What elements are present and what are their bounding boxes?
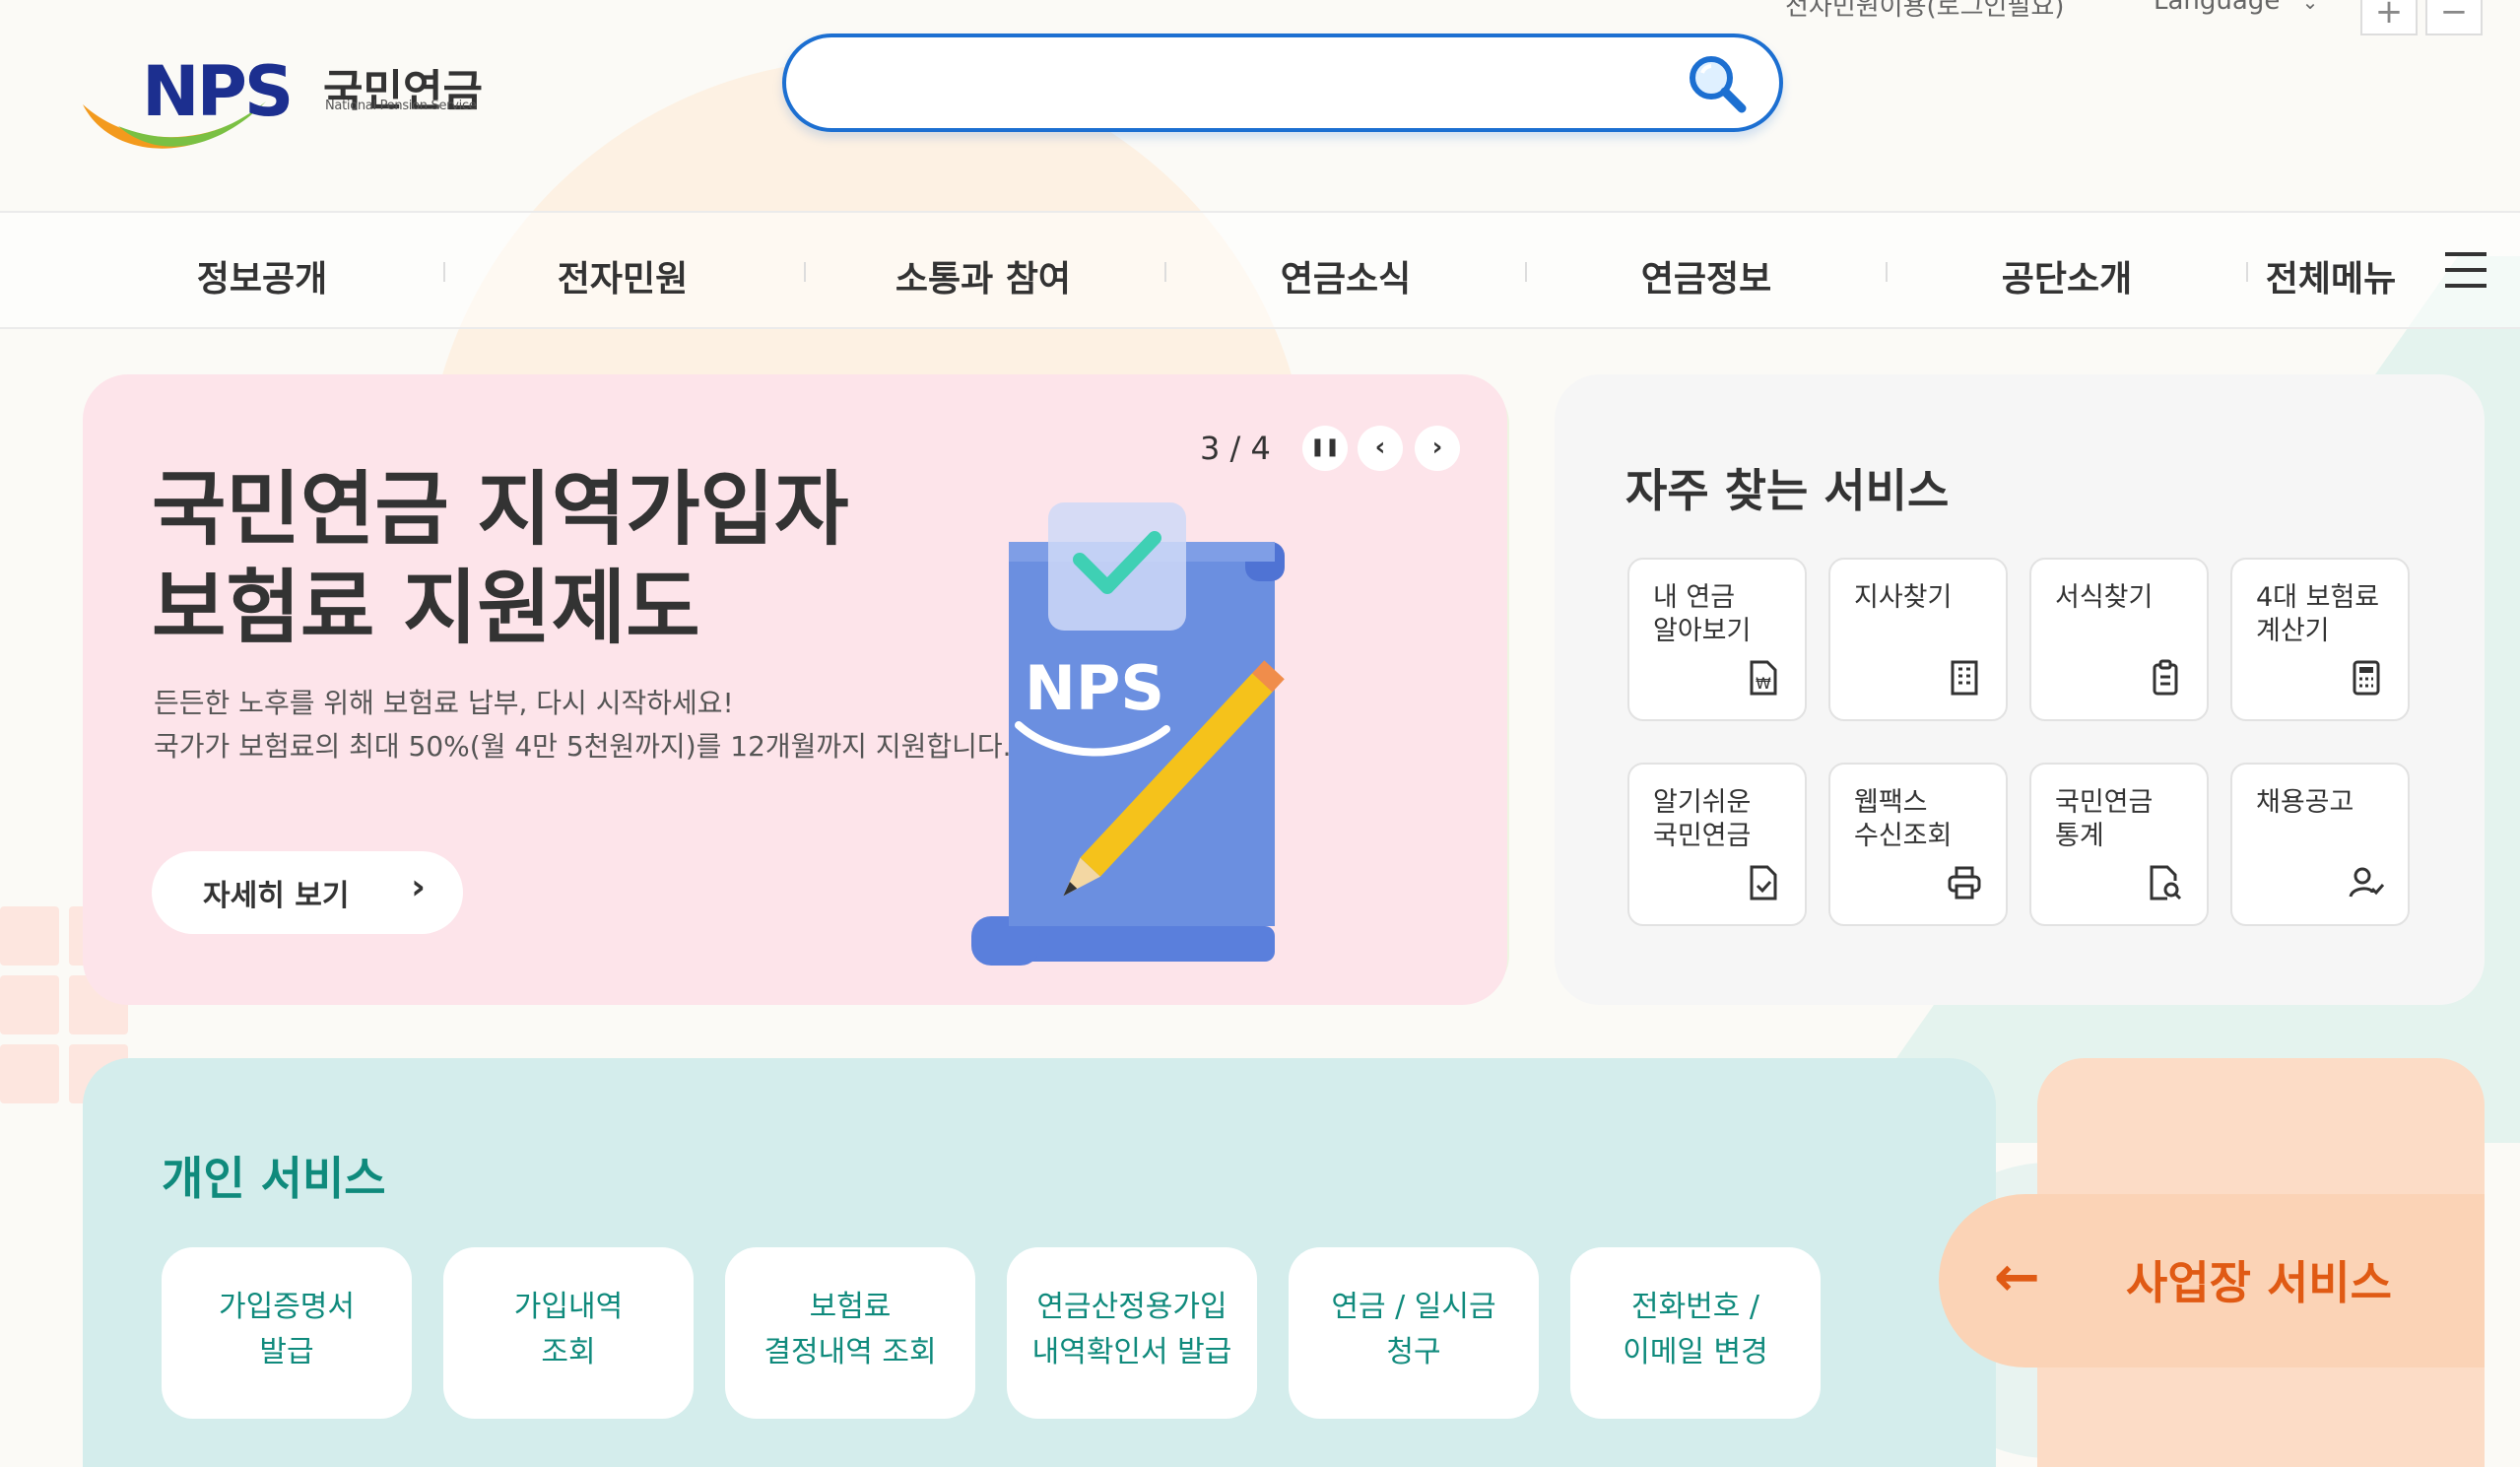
frequent-services-panel: 자주 찾는 서비스 내 연금 알아보기 ₩ 지사찾기 서식찾기 4대 보험료 계… bbox=[1555, 374, 2485, 1005]
nav-item-pension-news[interactable]: 연금소식 bbox=[1218, 250, 1474, 301]
tile-label: 웹팩스 수신조회 bbox=[1854, 787, 1953, 851]
nav-divider bbox=[1164, 262, 1166, 282]
language-label: Language bbox=[2154, 0, 2281, 16]
chevron-down-icon: ⌄ bbox=[2301, 0, 2319, 14]
nav-item-communication[interactable]: 소통과 참여 bbox=[855, 250, 1111, 301]
service-calculation-confirmation[interactable]: 연금산정용가입 내역확인서 발급 bbox=[1007, 1247, 1257, 1419]
language-select[interactable]: Language ⌄ bbox=[2154, 0, 2318, 16]
service-label-line1: 연금산정용가입 bbox=[1036, 1290, 1227, 1324]
frequent-services-title: 자주 찾는 서비스 bbox=[1625, 464, 1950, 517]
service-label-line2: 결정내역 조회 bbox=[763, 1335, 937, 1369]
banner-title-line2: 보험료 지원제도 bbox=[152, 562, 700, 655]
personal-services-title: 개인 서비스 bbox=[162, 1152, 386, 1205]
search-input[interactable] bbox=[826, 55, 1673, 110]
search-button[interactable] bbox=[1685, 51, 1750, 116]
nav-item-about[interactable]: 공단소개 bbox=[1939, 250, 2195, 301]
tile-label: 4대 보험료 계산기 bbox=[2256, 582, 2380, 646]
banner-title-line1: 국민연금 지역가입자 bbox=[152, 463, 849, 557]
tile-webfax[interactable]: 웹팩스 수신조회 bbox=[1828, 763, 2008, 926]
nav-item-all-menu[interactable]: 전체메뉴 bbox=[2232, 250, 2429, 301]
service-membership-history[interactable]: 가입내역 조회 bbox=[443, 1247, 694, 1419]
won-document-icon: ₩ bbox=[1750, 660, 1777, 696]
service-label-line2: 청구 bbox=[1386, 1335, 1441, 1369]
pause-button[interactable]: ❚❚ bbox=[1302, 426, 1348, 471]
tile-label: 알기쉬운 국민연금 bbox=[1653, 787, 1752, 851]
arrow-left-icon: ← bbox=[1994, 1245, 2040, 1309]
banner-description: 든든한 노후를 위해 보험료 납부, 다시 시작하세요! 국가가 보험료의 최대… bbox=[154, 682, 1012, 768]
clipboard-icon bbox=[2153, 659, 2178, 696]
calculator-icon bbox=[2353, 660, 2380, 696]
document-search-icon bbox=[2150, 865, 2182, 900]
main-banner: 국민연금 지역가입자 보험료 지원제도 든든한 노후를 위해 보험료 납부, 다… bbox=[83, 374, 1507, 1005]
service-contact-change[interactable]: 전화번호 / 이메일 변경 bbox=[1570, 1247, 1821, 1419]
service-label-line2: 내역확인서 발급 bbox=[1031, 1335, 1232, 1369]
service-label-line1: 보험료 bbox=[809, 1290, 892, 1324]
service-label-line1: 연금 / 일시금 bbox=[1331, 1290, 1496, 1324]
service-label-line2: 발급 bbox=[259, 1335, 314, 1369]
banner-desc-line2: 국가가 보험료의 최대 50%(월 4만 5천원까지)를 12개월까지 지원합니… bbox=[154, 730, 1012, 763]
service-label-line2: 조회 bbox=[541, 1335, 596, 1369]
tile-recruitment[interactable]: 채용공고 bbox=[2230, 763, 2410, 926]
business-services-label: 사업장 서비스 bbox=[2126, 1256, 2392, 1309]
font-increase-button[interactable]: + bbox=[2360, 0, 2418, 35]
personal-services-panel: 개인 서비스 가입증명서 발급 가입내역 조회 보험료 결정내역 조회 연금산정… bbox=[83, 1058, 1996, 1467]
main-navigation: 정보공개 전자민원 소통과 참여 연금소식 연금정보 공단소개 전체메뉴 bbox=[0, 211, 2520, 329]
logo-name-en: National Pension Service bbox=[325, 99, 477, 113]
font-decrease-button[interactable]: − bbox=[2425, 0, 2483, 35]
tile-label: 지사찾기 bbox=[1854, 582, 1953, 613]
service-label-line1: 가입증명서 bbox=[219, 1290, 355, 1324]
service-premium-decision[interactable]: 보험료 결정내역 조회 bbox=[725, 1247, 975, 1419]
hamburger-menu-icon[interactable] bbox=[2445, 252, 2487, 288]
building-icon bbox=[1951, 660, 1978, 696]
prev-slide-button[interactable]: ‹ bbox=[1358, 426, 1403, 471]
banner-more-button[interactable]: 자세히 보기 › bbox=[152, 851, 463, 934]
nav-item-pension-info[interactable]: 연금정보 bbox=[1578, 250, 1834, 301]
tile-easy-pension[interactable]: 알기쉬운 국민연금 bbox=[1627, 763, 1807, 926]
business-services-button[interactable]: ← 사업장 서비스 bbox=[1939, 1194, 2485, 1367]
nav-divider bbox=[1886, 262, 1888, 282]
banner-more-label: 자세히 보기 bbox=[203, 879, 350, 913]
service-label-line2: 이메일 변경 bbox=[1623, 1335, 1768, 1369]
site-logo[interactable]: NPS 국민연금 National Pension Service bbox=[79, 47, 502, 166]
service-pension-claim[interactable]: 연금 / 일시금 청구 bbox=[1289, 1247, 1539, 1419]
site-header: NPS 국민연금 National Pension Service 전자민원이용… bbox=[0, 0, 2520, 211]
nav-divider bbox=[804, 262, 806, 282]
nav-divider bbox=[1525, 262, 1527, 282]
nav-item-e-civil[interactable]: 전자민원 bbox=[495, 250, 751, 301]
banner-title: 국민연금 지역가입자 보험료 지원제도 bbox=[152, 461, 849, 658]
logo-mark: NPS bbox=[142, 51, 294, 132]
banner-desc-line1: 든든한 노후를 위해 보험료 납부, 다시 시작하세요! bbox=[154, 687, 734, 719]
tile-find-forms[interactable]: 서식찾기 bbox=[2029, 558, 2209, 721]
person-check-icon bbox=[2349, 867, 2385, 898]
svg-text:₩: ₩ bbox=[1756, 674, 1771, 693]
tile-find-branch[interactable]: 지사찾기 bbox=[1828, 558, 2008, 721]
next-slide-button[interactable]: › bbox=[1415, 426, 1460, 471]
tile-my-pension[interactable]: 내 연금 알아보기 ₩ bbox=[1627, 558, 1807, 721]
tile-label: 내 연금 알아보기 bbox=[1653, 582, 1752, 646]
illustration-nps-text: NPS bbox=[1025, 652, 1164, 724]
search-icon bbox=[1690, 56, 1747, 113]
document-check-icon bbox=[1750, 865, 1777, 900]
service-label-line1: 전화번호 / bbox=[1630, 1290, 1760, 1324]
chevron-right-icon: › bbox=[411, 867, 426, 907]
slide-counter: 3 / 4 bbox=[1200, 430, 1271, 467]
search-bar bbox=[782, 33, 1783, 132]
nav-divider bbox=[443, 262, 445, 282]
nav-item-info-disclosure[interactable]: 정보공개 bbox=[134, 250, 390, 301]
service-label-line1: 가입내역 bbox=[513, 1290, 624, 1324]
printer-icon bbox=[1948, 866, 1981, 900]
service-membership-certificate[interactable]: 가입증명서 발급 bbox=[162, 1247, 412, 1419]
e-civil-login-link[interactable]: 전자민원이용(로그인필요) bbox=[1785, 0, 2064, 23]
document-pencil-illustration: NPS bbox=[971, 502, 1285, 966]
tile-label: 서식찾기 bbox=[2055, 582, 2154, 613]
tile-label: 채용공고 bbox=[2256, 787, 2354, 818]
tile-label: 국민연금 통계 bbox=[2055, 787, 2154, 851]
tile-insurance-calculator[interactable]: 4대 보험료 계산기 bbox=[2230, 558, 2410, 721]
tile-pension-statistics[interactable]: 국민연금 통계 bbox=[2029, 763, 2209, 926]
